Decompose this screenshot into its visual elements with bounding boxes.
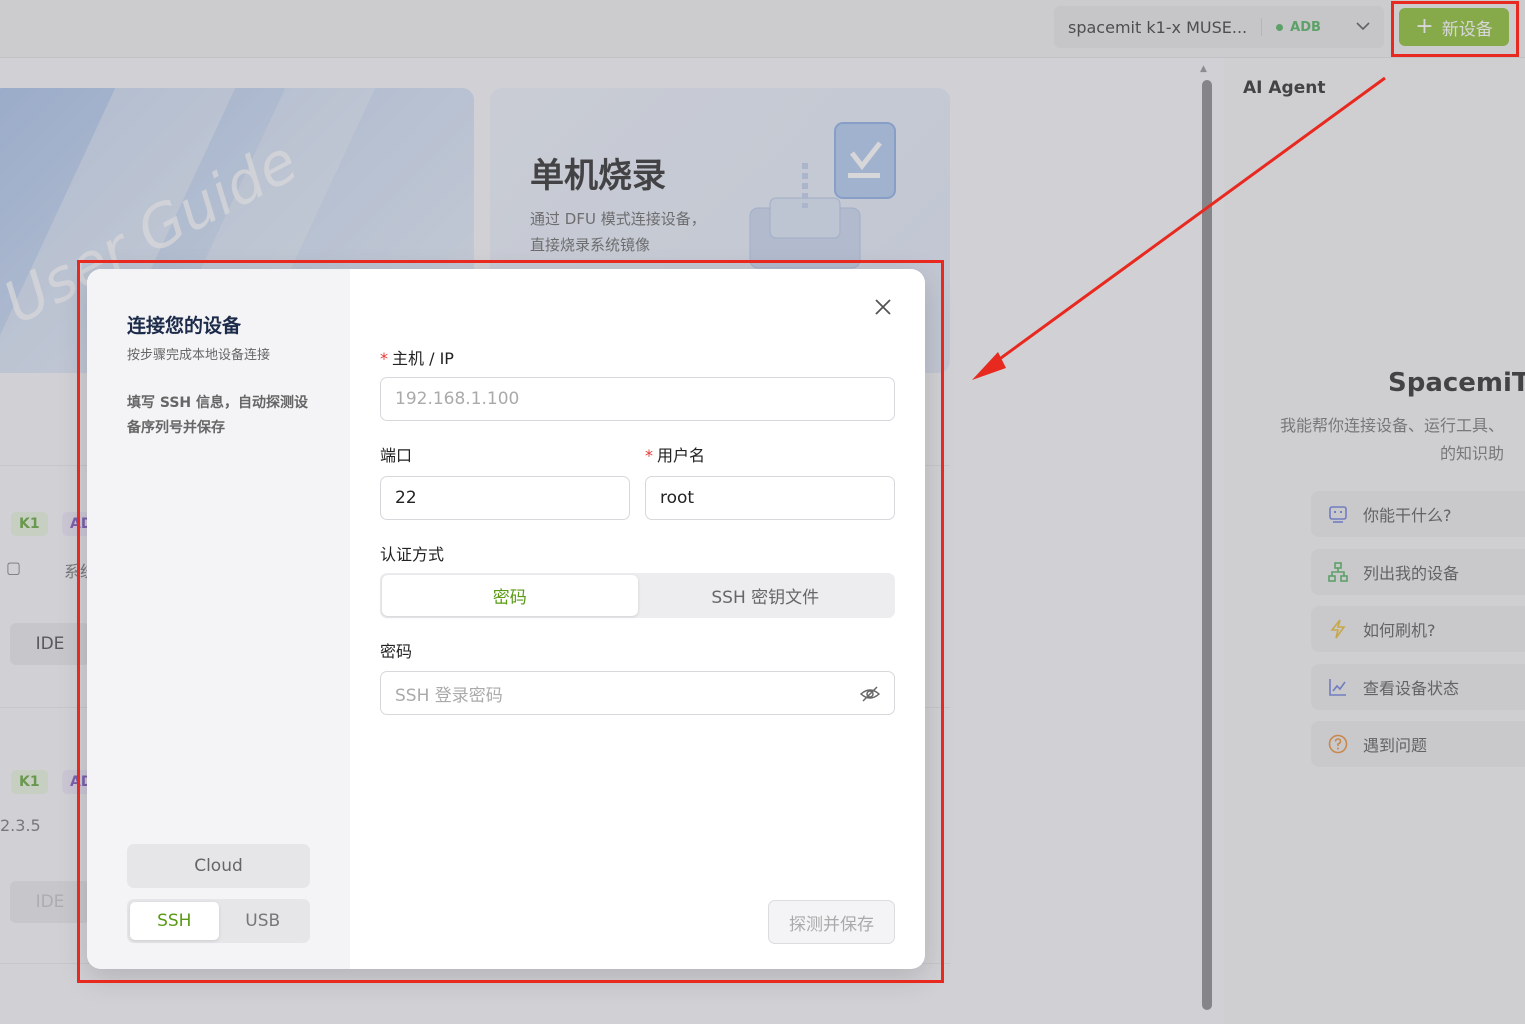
password-placeholder: SSH 登录密码 xyxy=(395,685,503,706)
dialog-hint: 填写 SSH 信息，自动探测设备序列号并保存 xyxy=(127,395,309,436)
connection-mode-toggle: SSH USB xyxy=(127,899,310,943)
auth-password-tab[interactable]: 密码 xyxy=(382,575,638,616)
auth-ssh-key-tab[interactable]: SSH 密钥文件 xyxy=(638,575,894,616)
cloud-button[interactable]: Cloud xyxy=(127,844,310,888)
host-label: * 主机 / IP xyxy=(380,345,454,369)
username-input[interactable]: root xyxy=(645,476,895,520)
host-label-text: 主机 / IP xyxy=(392,349,454,368)
required-marker: * xyxy=(645,446,653,465)
password-input[interactable]: SSH 登录密码 xyxy=(380,671,895,715)
host-input[interactable]: 192.168.1.100 xyxy=(380,377,895,421)
auth-method-label: 认证方式 xyxy=(380,545,445,564)
port-input[interactable]: 22 xyxy=(380,476,630,520)
connect-device-dialog: 连接您的设备 按步骤完成本地设备连接 填写 SSH 信息，自动探测设备序列号并保… xyxy=(87,269,925,969)
dialog-title: 连接您的设备 xyxy=(127,315,242,337)
eye-off-icon[interactable] xyxy=(860,684,880,704)
required-marker: * xyxy=(380,349,388,368)
username-label-text: 用户名 xyxy=(657,446,706,465)
password-label: 密码 xyxy=(380,642,413,661)
mode-ssh-tab[interactable]: SSH xyxy=(130,902,219,940)
dialog-sidebar: 连接您的设备 按步骤完成本地设备连接 填写 SSH 信息，自动探测设备序列号并保… xyxy=(87,269,350,969)
detect-and-save-button[interactable]: 探测并保存 xyxy=(768,900,895,944)
mode-usb-tab[interactable]: USB xyxy=(219,902,308,940)
dialog-subtitle: 按步骤完成本地设备连接 xyxy=(127,348,271,363)
auth-method-toggle: 密码 SSH 密钥文件 xyxy=(380,573,895,618)
close-icon[interactable] xyxy=(872,296,894,318)
username-label: * 用户名 xyxy=(645,442,705,466)
port-label: 端口 xyxy=(380,446,413,465)
